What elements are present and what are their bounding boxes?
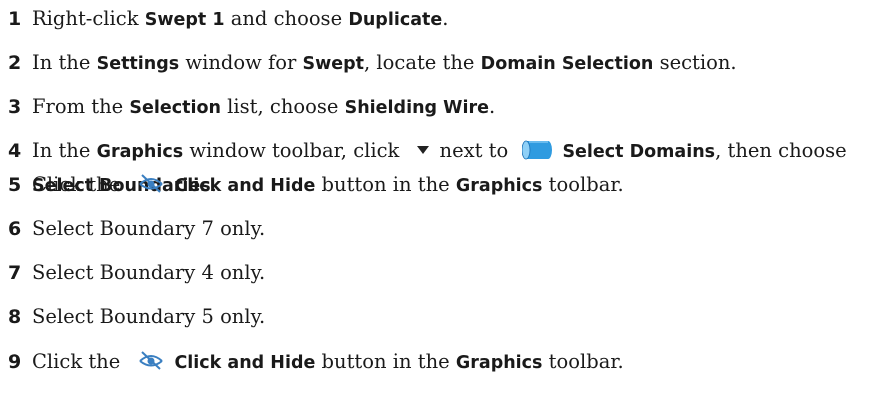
step-text: toolbar. xyxy=(542,350,624,373)
step-number: 3 xyxy=(8,96,22,118)
step-number: 6 xyxy=(8,218,22,240)
step-number: 4 xyxy=(8,140,22,162)
step-body: In the Graphics window toolbar, click ne… xyxy=(32,134,847,169)
step-text: Select Boundary 7 only. xyxy=(32,217,266,240)
step-number: 5 xyxy=(8,174,22,196)
step-body: Select Boundary 7 only. xyxy=(32,212,265,246)
step-number: 8 xyxy=(8,306,22,328)
click-and-hide-icon xyxy=(139,173,164,193)
step-body: Right-click Swept 1 and choose Duplicate… xyxy=(32,2,448,37)
step-text: . xyxy=(488,95,496,118)
step-body: In the Settings window for Swept, locate… xyxy=(32,46,737,81)
select-domains-icon xyxy=(522,140,553,159)
ui-term: Duplicate xyxy=(348,10,443,30)
step-text: Click the xyxy=(32,350,127,373)
ui-term: Graphics xyxy=(455,176,543,196)
step-text: next to xyxy=(439,139,515,162)
ui-term: Graphics xyxy=(96,142,184,162)
step-text: Select Boundary 5 only. xyxy=(32,305,266,328)
step-text: window for xyxy=(179,51,303,74)
step-text: button in the xyxy=(315,173,456,196)
ui-term: Select Domains xyxy=(562,142,716,162)
step-text: list, choose xyxy=(220,95,345,118)
ui-term: Selection xyxy=(129,98,221,118)
step-body: Select Boundary 4 only. xyxy=(32,256,265,290)
step-text: Right-click xyxy=(32,7,145,30)
step-text: and choose xyxy=(224,7,349,30)
step-text: , locate the xyxy=(364,51,481,74)
ui-term: Swept xyxy=(302,54,365,74)
ui-term: Domain Selection xyxy=(480,54,654,74)
step-text: In the xyxy=(32,139,97,162)
step-number: 1 xyxy=(8,8,22,30)
step-text: , then choose xyxy=(715,139,847,162)
click-and-hide-icon xyxy=(139,350,164,370)
step-text: button in the xyxy=(315,350,456,373)
step-text: toolbar. xyxy=(542,173,624,196)
step-text: Click the xyxy=(32,173,127,196)
step-text: Select Boundary 4 only. xyxy=(32,261,266,284)
step-text: . xyxy=(442,7,449,30)
step-text: In the xyxy=(32,51,97,74)
ui-term: Graphics xyxy=(455,353,543,373)
step-body: Select Boundary 5 only. xyxy=(32,300,265,334)
step-text: From the xyxy=(32,95,130,118)
step-number: 2 xyxy=(8,52,22,74)
step-body: Click the Click and Hide button in the G… xyxy=(32,168,624,203)
step-body: From the Selection list, choose Shieldin… xyxy=(32,90,495,125)
ui-term: Swept 1 xyxy=(144,10,225,30)
step-body: Click the Click and Hide button in the G… xyxy=(32,345,624,380)
step-text: section. xyxy=(653,51,737,74)
step-number: 9 xyxy=(8,351,22,373)
ui-term: Shielding Wire xyxy=(344,98,489,118)
step-number: 7 xyxy=(8,262,22,284)
ui-term: Settings xyxy=(96,54,180,74)
dropdown-triangle-icon xyxy=(416,145,429,154)
ui-term: Click and Hide xyxy=(174,176,316,196)
ui-term: Click and Hide xyxy=(174,353,316,373)
step-text: window toolbar, click xyxy=(183,139,406,162)
